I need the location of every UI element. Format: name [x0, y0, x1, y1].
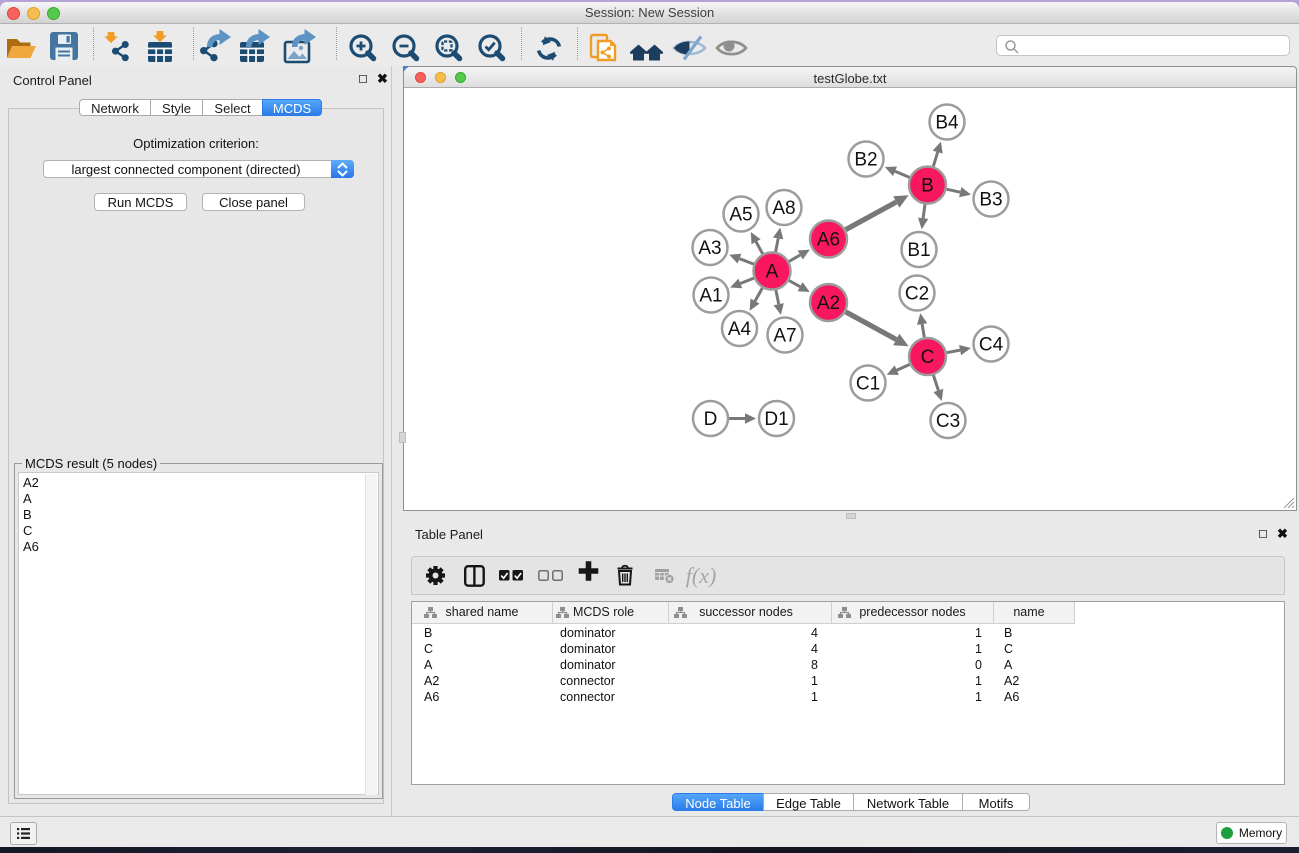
svg-text:A3: A3: [698, 238, 721, 259]
svg-text:A5: A5: [729, 205, 752, 226]
svg-text:C: C: [921, 347, 935, 368]
svg-text:B1: B1: [907, 240, 930, 261]
svg-text:B4: B4: [935, 113, 959, 134]
svg-text:f(x): f(x): [686, 563, 717, 588]
svg-text:B: B: [921, 176, 934, 197]
svg-text:B3: B3: [979, 190, 1002, 211]
svg-text:A7: A7: [773, 326, 796, 347]
svg-text:A2: A2: [817, 293, 840, 314]
svg-text:C2: C2: [905, 284, 929, 305]
svg-text:A1: A1: [699, 286, 722, 307]
svg-text:C3: C3: [936, 411, 960, 432]
svg-text:A8: A8: [772, 198, 795, 219]
svg-text:C4: C4: [979, 335, 1004, 356]
svg-text:D: D: [704, 409, 718, 430]
svg-text:C1: C1: [856, 374, 880, 395]
svg-text:D1: D1: [764, 409, 788, 430]
svg-text:A4: A4: [728, 319, 752, 340]
svg-text:B2: B2: [854, 150, 877, 171]
svg-text:A6: A6: [817, 230, 840, 251]
svg-text:A: A: [766, 262, 779, 283]
